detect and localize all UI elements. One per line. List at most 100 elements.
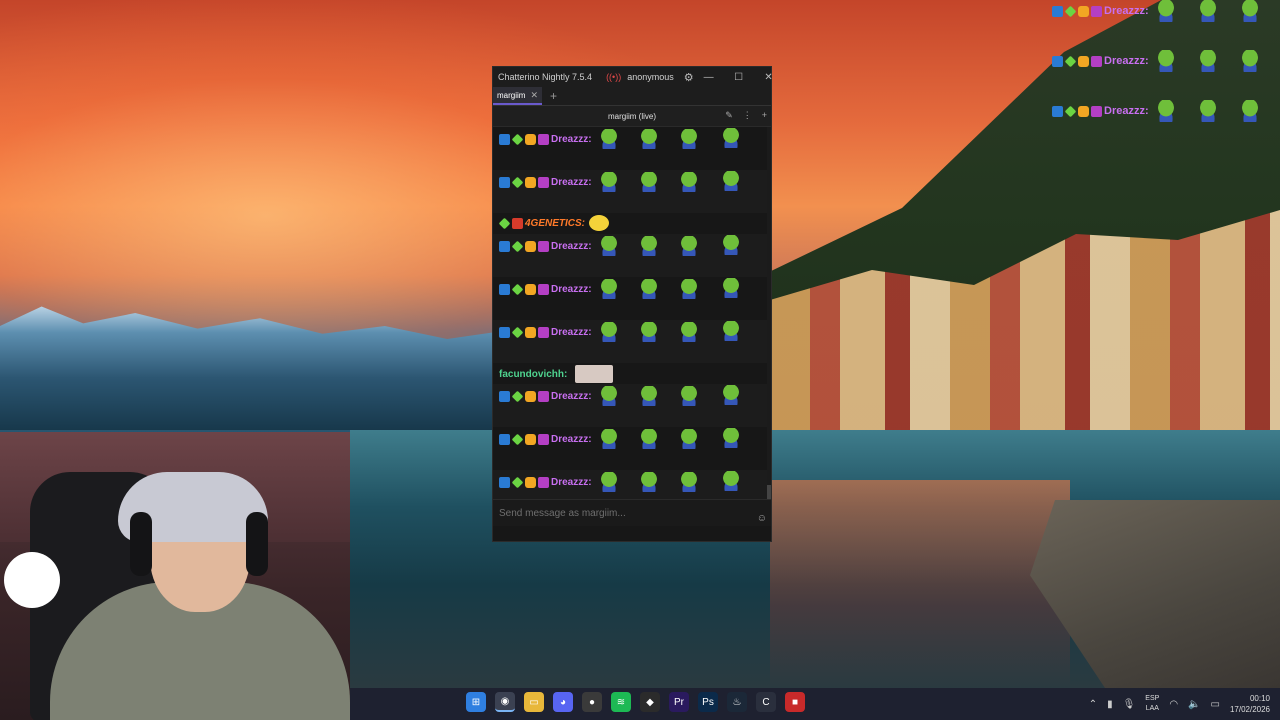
chat-message[interactable]: Dreazzz: xyxy=(493,277,771,320)
media-icon[interactable]: ◆ xyxy=(640,692,660,712)
wifi-icon[interactable]: ◠ xyxy=(1169,699,1178,710)
recorder-icon[interactable]: ■ xyxy=(785,692,805,712)
pepe-emote-icon[interactable] xyxy=(635,236,662,256)
scrollbar-thumb[interactable] xyxy=(767,485,771,499)
battery-icon[interactable]: ▭ xyxy=(1211,699,1220,710)
chat-username[interactable]: Dreazzz: xyxy=(551,177,592,188)
pepe-emote-icon[interactable] xyxy=(595,472,622,492)
gear-icon[interactable]: ⚙ xyxy=(684,71,694,84)
clock[interactable]: 00:10 17/02/2026 xyxy=(1230,693,1270,715)
pepe-emote-icon[interactable] xyxy=(675,322,702,342)
pepe-emote-icon[interactable] xyxy=(635,472,662,492)
pepe-emote-icon[interactable] xyxy=(595,172,622,192)
steam-icon[interactable]: ♨ xyxy=(727,692,747,712)
volume-icon[interactable]: 🔈 xyxy=(1188,699,1200,710)
badge-icon xyxy=(538,240,549,252)
pepe-emote-icon[interactable] xyxy=(675,129,702,149)
edit-icon[interactable]: ✎ xyxy=(725,110,733,121)
pepe-emote-icon[interactable] xyxy=(635,322,662,342)
pepe-emote-icon[interactable] xyxy=(717,235,744,255)
chat-username[interactable]: Dreazzz: xyxy=(551,391,592,402)
flag-icon[interactable]: ▮ xyxy=(1107,699,1113,710)
badge-icon xyxy=(538,326,549,338)
pepe-emote-icon[interactable] xyxy=(675,429,702,449)
windows-start-icon[interactable]: ⊞ xyxy=(466,692,486,712)
pepe-emote-icon[interactable] xyxy=(635,279,662,299)
chat-username[interactable]: Dreazzz: xyxy=(551,134,592,145)
tab-margiim[interactable]: margiim ✕ xyxy=(493,87,542,105)
chat-message[interactable]: Dreazzz: xyxy=(493,384,771,427)
close-button[interactable]: ✕ xyxy=(754,72,784,83)
language-code: ESP xyxy=(1145,695,1160,702)
pepe-emote-icon[interactable] xyxy=(717,171,744,191)
obs-icon[interactable]: ● xyxy=(582,692,602,712)
chat-username[interactable]: 4GENETICS: xyxy=(525,218,585,229)
chat-scrollbar[interactable] xyxy=(767,127,771,499)
badge-icon xyxy=(511,390,524,402)
photoshop-icon[interactable]: Ps xyxy=(698,692,718,712)
chat-message[interactable]: Dreazzz: xyxy=(493,427,771,470)
overlay-username: Dreazzz: xyxy=(1104,5,1149,17)
image-emote-icon[interactable] xyxy=(575,365,614,383)
tab-close-icon[interactable]: ✕ xyxy=(530,90,538,101)
chat-message[interactable]: facundovichh: xyxy=(493,363,771,384)
chat-username[interactable]: Dreazzz: xyxy=(551,434,592,445)
minimize-button[interactable]: — xyxy=(694,72,724,83)
message-input[interactable] xyxy=(497,506,741,520)
spotify-icon[interactable]: ≋ xyxy=(611,692,631,712)
chat-message[interactable]: Dreazzz: xyxy=(493,320,771,363)
chat-username[interactable]: Dreazzz: xyxy=(551,327,592,338)
headphones-icon xyxy=(130,512,152,576)
split-header[interactable]: margiim (live) ✎ ⋮ + xyxy=(493,106,771,127)
pepe-emote-icon[interactable] xyxy=(595,279,622,299)
pepe-emote-icon[interactable] xyxy=(635,129,662,149)
chat-message[interactable]: Dreazzz: xyxy=(493,170,771,213)
chat-username[interactable]: facundovichh: xyxy=(499,369,567,380)
premiere-icon[interactable]: Pr xyxy=(669,692,689,712)
chat-username[interactable]: Dreazzz: xyxy=(551,477,592,488)
microphone-icon[interactable]: 🎙 xyxy=(1123,699,1136,710)
pepe-emote-icon[interactable] xyxy=(635,386,662,406)
chick-emote-icon[interactable] xyxy=(589,215,610,231)
pepe-emote-icon[interactable] xyxy=(635,429,662,449)
pepe-emote-icon[interactable] xyxy=(675,172,702,192)
pepe-emote-icon[interactable] xyxy=(675,386,702,406)
pepe-emote-icon[interactable] xyxy=(595,236,622,256)
more-options-icon[interactable]: ⋮ xyxy=(743,110,752,121)
account-switcher[interactable]: anonymous xyxy=(627,72,674,82)
pepe-emote-icon[interactable] xyxy=(635,172,662,192)
discord-icon[interactable]: ◕ xyxy=(553,692,573,712)
add-tab-button[interactable]: + xyxy=(550,89,557,103)
pepe-emote-icon[interactable] xyxy=(675,472,702,492)
pepe-emote-icon[interactable] xyxy=(717,471,744,491)
add-split-icon[interactable]: + xyxy=(762,110,767,121)
badge-icon xyxy=(1091,105,1102,117)
chat-message[interactable]: Dreazzz: xyxy=(493,470,771,499)
pepe-emote-icon[interactable] xyxy=(717,321,744,341)
pepe-emote-icon[interactable] xyxy=(675,279,702,299)
pepe-emote-icon[interactable] xyxy=(717,428,744,448)
file-explorer-icon[interactable]: ▭ xyxy=(524,692,544,712)
chat-message[interactable]: Dreazzz: xyxy=(493,234,771,277)
pepe-emote-icon[interactable] xyxy=(595,129,622,149)
pepe-emote-icon[interactable] xyxy=(595,386,622,406)
chat-messages[interactable]: Dreazzz: Dreazzz: 4GENETICS: Dreazzz: Dr… xyxy=(493,127,771,499)
chat-username[interactable]: Dreazzz: xyxy=(551,284,592,295)
badge-icon xyxy=(525,390,536,402)
chat-message[interactable]: 4GENETICS: xyxy=(493,213,771,234)
pepe-emote-icon[interactable] xyxy=(595,322,622,342)
pepe-emote-icon[interactable] xyxy=(675,236,702,256)
chatterino-icon[interactable]: C xyxy=(756,692,776,712)
chrome-icon[interactable]: ◉ xyxy=(495,692,515,712)
window-titlebar[interactable]: Chatterino Nightly 7.5.4 ((•)) anonymous… xyxy=(493,67,773,87)
pepe-emote-icon[interactable] xyxy=(717,385,744,405)
pepe-emote-icon[interactable] xyxy=(717,278,744,298)
language-indicator[interactable]: ESP LAA xyxy=(1145,694,1159,714)
pepe-emote-icon[interactable] xyxy=(717,128,744,148)
pepe-emote-icon[interactable] xyxy=(595,429,622,449)
maximize-button[interactable]: ☐ xyxy=(724,72,754,83)
chevron-up-icon[interactable]: ⌃ xyxy=(1089,699,1097,710)
chat-message[interactable]: Dreazzz: xyxy=(493,127,771,170)
emoji-icon[interactable]: ☺ xyxy=(757,513,767,524)
chat-username[interactable]: Dreazzz: xyxy=(551,241,592,252)
